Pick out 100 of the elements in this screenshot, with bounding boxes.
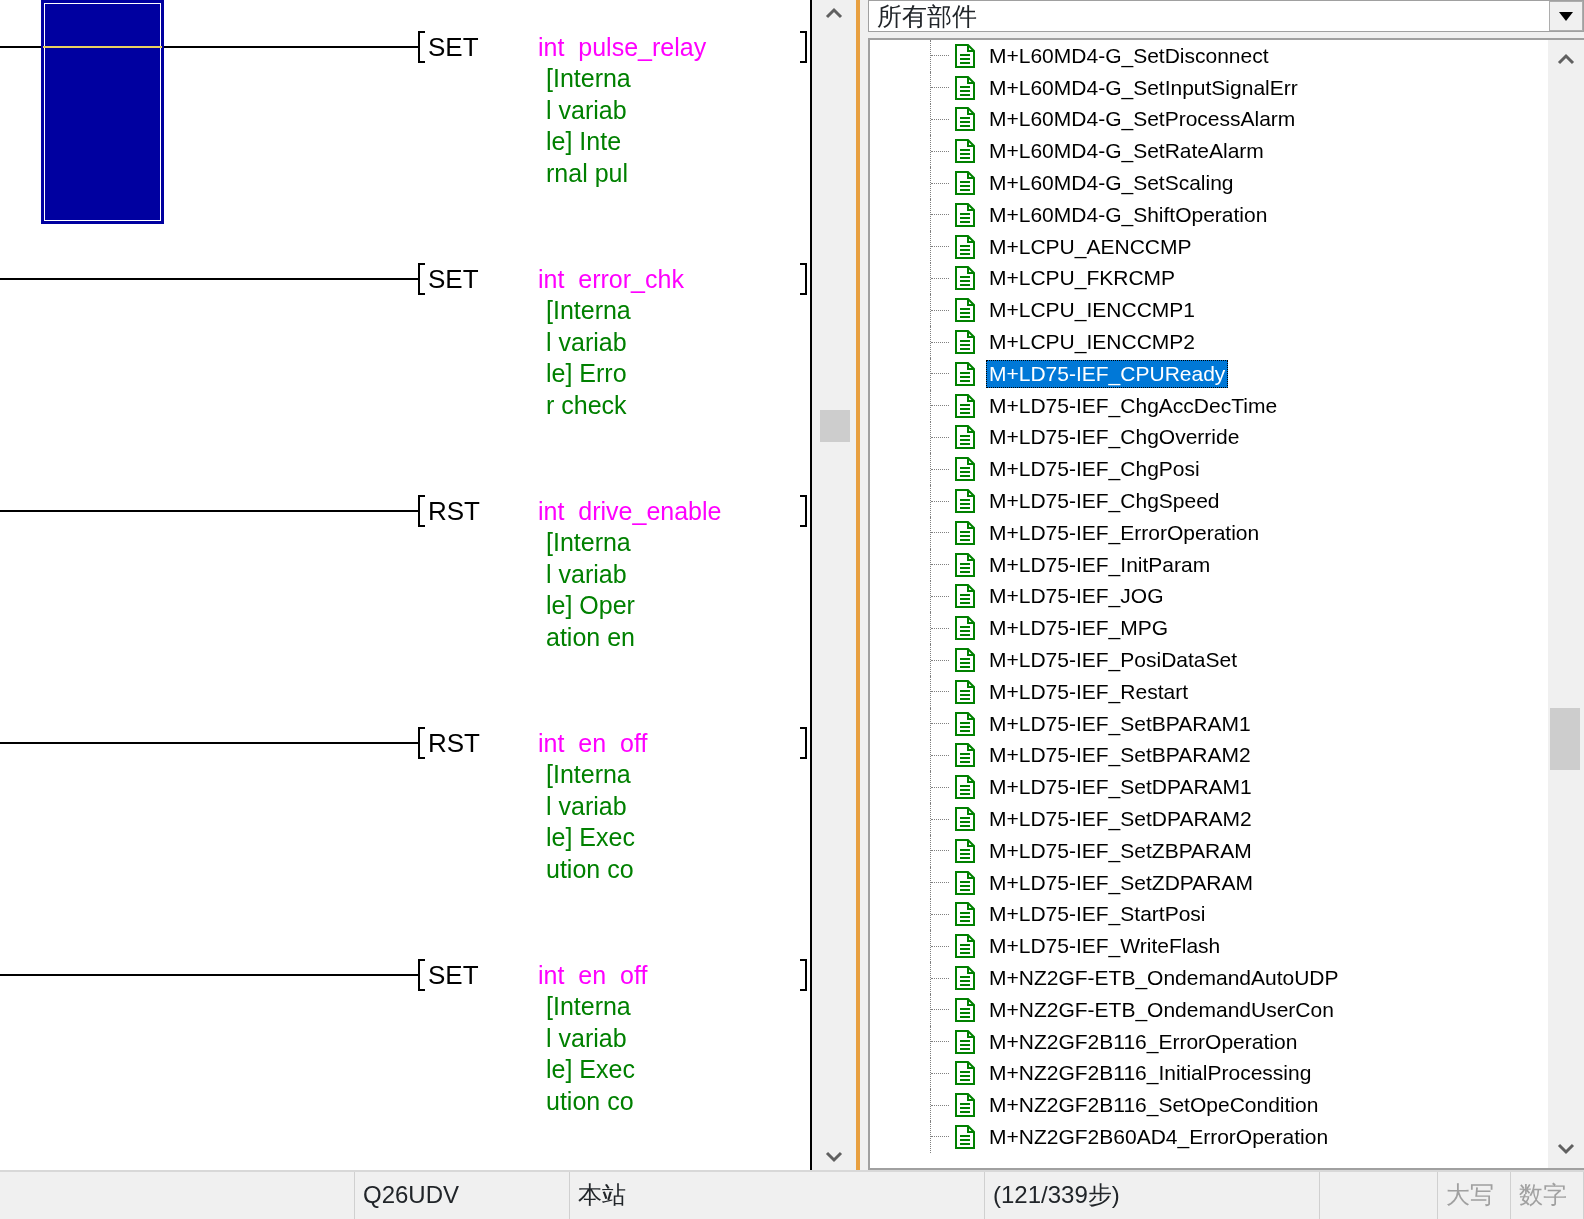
document-icon: [954, 393, 976, 418]
document-icon: [954, 934, 976, 959]
open-bracket: [418, 263, 425, 295]
close-bracket: [800, 727, 807, 759]
tree-item[interactable]: M+LCPU_IENCCMP2: [986, 328, 1198, 357]
tree-item[interactable]: M+LD75-IEF_SetZBPARAM: [986, 836, 1255, 865]
document-icon: [954, 807, 976, 831]
tree-item[interactable]: M+LD75-IEF_SetBPARAM1: [986, 709, 1254, 738]
tree-item[interactable]: M+LD75-IEF_ChgOverride: [986, 423, 1243, 452]
tree-item[interactable]: M+NZ2GF2B116_SetOpeCondition: [986, 1091, 1322, 1120]
station-text: 本站: [570, 1172, 985, 1219]
instruction-text: SET: [427, 263, 479, 295]
document-icon: [954, 616, 976, 641]
tree-item[interactable]: M+LD75-IEF_MPG: [986, 614, 1172, 643]
step-count-text: (121/339步): [985, 1172, 1320, 1219]
scrollbar-thumb[interactable]: [820, 410, 850, 442]
document-icon: [954, 552, 976, 577]
document-icon: [954, 902, 976, 927]
instruction-text: RST: [427, 495, 480, 527]
open-bracket: [418, 959, 425, 991]
document-icon: [954, 489, 976, 514]
scroll-down-icon[interactable]: [825, 1150, 843, 1164]
tree-item[interactable]: M+LCPU_AENCCMP: [986, 232, 1195, 261]
document-icon: [954, 584, 976, 609]
tree-item[interactable]: M+LD75-IEF_SetDPARAM1: [986, 773, 1255, 802]
tree-item[interactable]: M+NZ2GF2B116_ErrorOperation: [986, 1027, 1301, 1056]
operand-label: int pulse_relay: [538, 32, 708, 63]
instruction-text: SET: [427, 959, 479, 991]
tree-item[interactable]: M+LD75-IEF_SetZDPARAM: [986, 868, 1256, 897]
document-icon: [954, 107, 976, 132]
tree-item[interactable]: M+LCPU_IENCCMP1: [986, 296, 1198, 325]
document-icon: [954, 330, 976, 355]
tree-item[interactable]: M+NZ2GF-ETB_OndemandAutoUDP: [986, 964, 1342, 992]
tree-item[interactable]: M+LD75-IEF_CPUReady: [986, 359, 1229, 388]
document-icon: [954, 966, 976, 990]
key-indicator: 大写: [1438, 1172, 1511, 1219]
document-icon: [954, 997, 976, 1022]
operand-label: int en off: [538, 728, 649, 759]
document-icon: [954, 171, 976, 196]
document-icon: [954, 266, 976, 291]
document-icon: [954, 711, 976, 736]
tree-item[interactable]: M+L60MD4-G_SetDisconnect: [986, 41, 1272, 70]
tree-item[interactable]: M+NZ2GF2B116_InitialProcessing: [986, 1059, 1315, 1088]
open-bracket: [418, 31, 425, 63]
tree-item[interactable]: M+L60MD4-G_ShiftOperation: [986, 200, 1271, 229]
document-icon: [954, 361, 976, 386]
tree-item[interactable]: M+LD75-IEF_ErrorOperation: [986, 518, 1263, 547]
document-icon: [954, 870, 976, 895]
device-comment: [Interna l variab le] Oper ation en: [545, 527, 636, 653]
document-icon: [954, 139, 976, 164]
scroll-up-icon[interactable]: [1557, 52, 1575, 66]
document-icon: [954, 838, 976, 863]
cpu-model-text: Q26UDV: [355, 1172, 570, 1219]
device-comment: [Interna l variab le] Exec ution co: [545, 991, 636, 1117]
tree-item[interactable]: M+LD75-IEF_ChgPosi: [986, 455, 1203, 484]
tree-item[interactable]: M+LD75-IEF_SetDPARAM2: [986, 805, 1255, 833]
tree-item[interactable]: M+LD75-IEF_WriteFlash: [986, 932, 1224, 961]
document-icon: [954, 75, 976, 100]
tree-item[interactable]: M+NZ2GF2B60AD4_ErrorOperation: [986, 1123, 1332, 1151]
open-bracket: [418, 495, 425, 527]
close-bracket: [800, 495, 807, 527]
tree-item[interactable]: M+LD75-IEF_ChgSpeed: [986, 487, 1223, 516]
tree-item[interactable]: M+L60MD4-G_SetProcessAlarm: [986, 105, 1299, 134]
device-comment: [Interna l variab le] Erro r check: [545, 295, 632, 421]
document-icon: [954, 1093, 976, 1118]
document-icon: [954, 457, 976, 482]
tree-item[interactable]: M+LD75-IEF_JOG: [986, 582, 1167, 611]
tree-item[interactable]: M+LD75-IEF_StartPosi: [986, 900, 1209, 929]
scroll-up-icon[interactable]: [825, 6, 843, 20]
close-bracket: [800, 263, 807, 295]
document-icon: [954, 1029, 976, 1054]
tree-item[interactable]: M+LCPU_FKRCMP: [986, 264, 1179, 293]
operand-label: int drive_enable: [538, 496, 723, 527]
document-icon: [954, 520, 976, 545]
scrollbar-thumb[interactable]: [1550, 708, 1580, 770]
dropdown-caret-icon[interactable]: [1559, 11, 1573, 21]
operand-label: int en off: [538, 960, 649, 991]
device-comment: [Interna l variab le] Exec ution co: [545, 759, 636, 885]
document-icon: [954, 648, 976, 673]
key-indicator: 数字: [1511, 1172, 1584, 1219]
document-icon: [954, 43, 976, 68]
document-icon: [954, 679, 976, 704]
operand-label: int error_chk: [538, 264, 685, 295]
tree-item[interactable]: M+L60MD4-G_SetInputSignalErr: [986, 73, 1301, 102]
document-icon: [954, 1125, 976, 1149]
tree-item[interactable]: M+LD75-IEF_PosiDataSet: [986, 646, 1241, 675]
tree-item[interactable]: M+LD75-IEF_ChgAccDecTime: [986, 391, 1281, 420]
close-bracket: [800, 31, 807, 63]
tree-item[interactable]: M+LD75-IEF_SetBPARAM2: [986, 741, 1254, 770]
close-bracket: [800, 959, 807, 991]
instruction-text: RST: [427, 727, 480, 759]
document-icon: [954, 743, 976, 768]
filter-dropdown[interactable]: 所有部件: [868, 0, 1584, 32]
tree-item[interactable]: M+L60MD4-G_SetScaling: [986, 169, 1237, 198]
instruction-text: SET: [427, 31, 479, 63]
tree-item[interactable]: M+NZ2GF-ETB_OndemandUserCon: [986, 995, 1337, 1024]
tree-item[interactable]: M+LD75-IEF_Restart: [986, 677, 1191, 706]
scroll-down-icon[interactable]: [1557, 1142, 1575, 1156]
tree-item[interactable]: M+L60MD4-G_SetRateAlarm: [986, 137, 1267, 166]
tree-item[interactable]: M+LD75-IEF_InitParam: [986, 550, 1214, 579]
